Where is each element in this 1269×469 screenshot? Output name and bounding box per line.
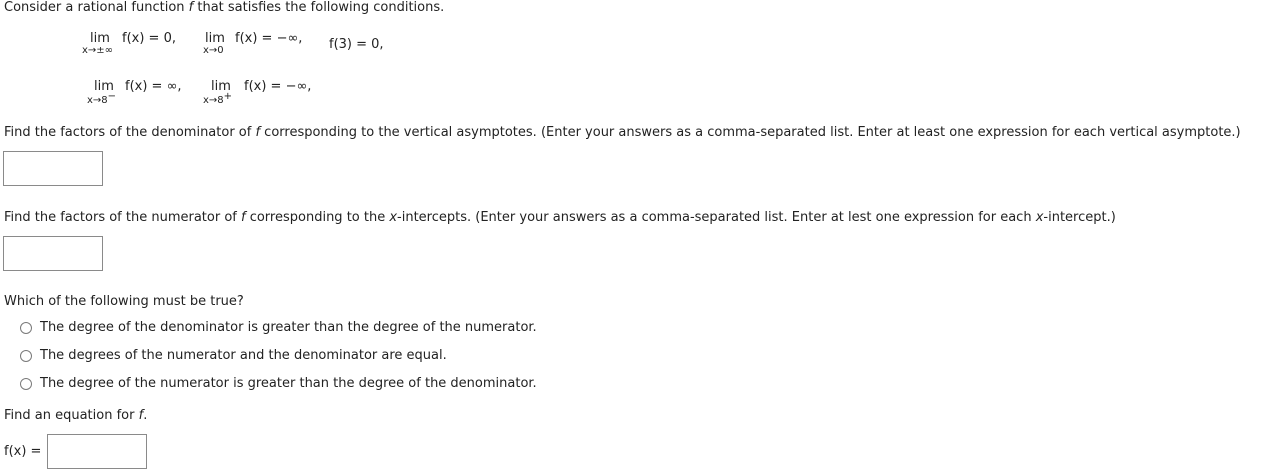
question-numerator-prompt: Find the factors of the numerator of f c…: [4, 210, 1116, 225]
radio-button[interactable]: [20, 321, 32, 334]
equation-input[interactable]: [47, 434, 147, 469]
lim-subscript: x→8−: [87, 91, 117, 106]
intro-text: Consider a rational function f that sati…: [4, 0, 444, 15]
numerator-factors-input[interactable]: [3, 236, 103, 271]
option-label: The degrees of the numerator and the den…: [40, 348, 447, 363]
denominator-factors-input[interactable]: [3, 151, 103, 186]
degree-option-2[interactable]: The degrees of the numerator and the den…: [20, 348, 447, 363]
option-label: The degree of the denominator is greater…: [40, 320, 537, 335]
lim-expression: f(x) = 0,: [122, 31, 176, 46]
lim-subscript: x→0: [203, 45, 224, 56]
lim-expression: f(x) = −∞,: [244, 79, 312, 94]
intro-after: that satisfies the following conditions.: [193, 0, 445, 15]
question-degree-prompt: Which of the following must be true?: [4, 294, 244, 309]
lim-subscript: x→±∞: [82, 45, 114, 56]
lim-subscript: x→8+: [203, 91, 233, 106]
equation-label: f(x) =: [4, 444, 42, 459]
lim-word: lim: [90, 31, 110, 46]
lim-word: lim: [205, 31, 225, 46]
degree-option-3[interactable]: The degree of the numerator is greater t…: [20, 376, 537, 391]
condition-f3: f(3) = 0,: [329, 37, 384, 52]
intro-before: Consider a rational function: [4, 0, 189, 15]
degree-option-1[interactable]: The degree of the denominator is greater…: [20, 320, 537, 335]
question-denominator-prompt: Find the factors of the denominator of f…: [4, 125, 1241, 140]
radio-button[interactable]: [20, 349, 32, 362]
lim-expression: f(x) = ∞,: [125, 79, 182, 94]
question-equation-prompt: Find an equation for f.: [4, 408, 148, 423]
radio-button[interactable]: [20, 377, 32, 390]
option-label: The degree of the numerator is greater t…: [40, 376, 537, 391]
lim-expression: f(x) = −∞,: [235, 31, 303, 46]
